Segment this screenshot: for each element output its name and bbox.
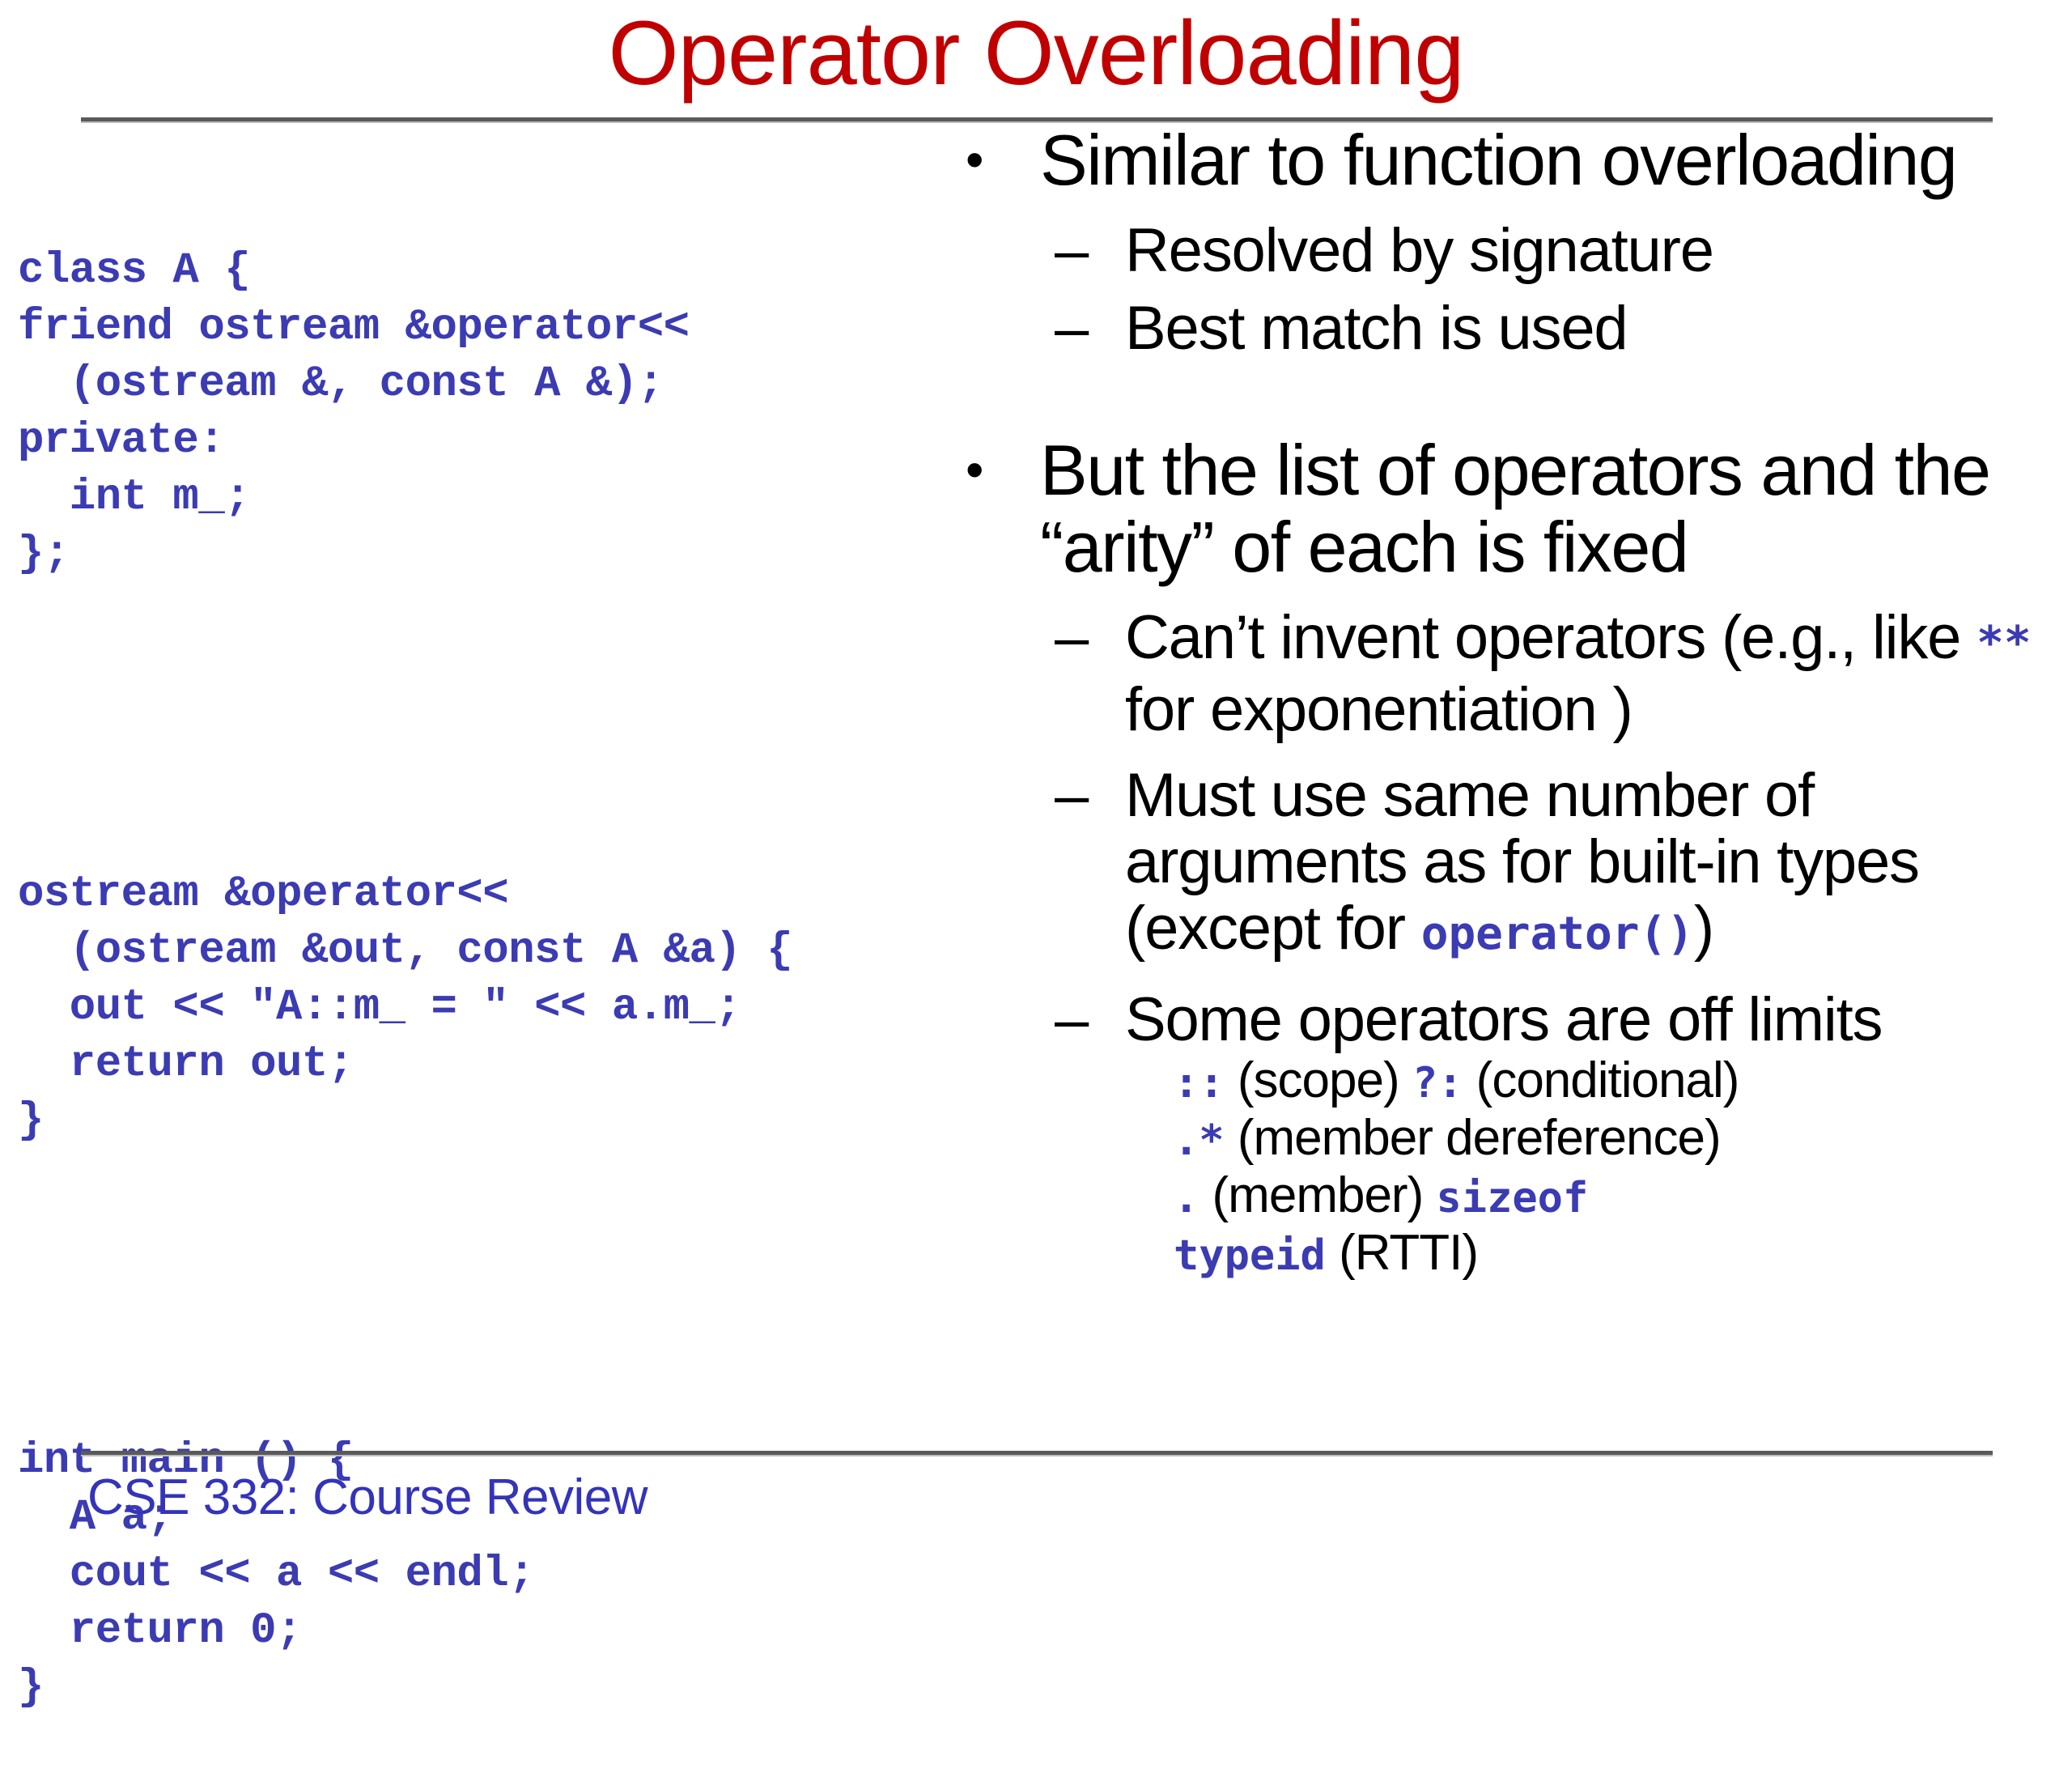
operator-label: (member) — [1199, 1167, 1437, 1223]
sub-bullet-resolved-by-signature: – Resolved by signature — [951, 218, 2072, 284]
bullet-marker-icon: • — [966, 440, 983, 499]
slide-footer: CSE 332: Course Review — [87, 1469, 648, 1525]
operator-list-member-sizeof: . (member) sizeof — [951, 1168, 2072, 1226]
bullet-item-arity-fixed: • But the list of operators and the “ari… — [951, 432, 2072, 585]
dash-marker-icon: – — [1055, 294, 1089, 363]
sub-bullet-text-post: for exponentiation ) — [1125, 675, 1633, 744]
dash-marker-icon: – — [1055, 216, 1089, 285]
inline-code-scope-operator: :: — [1174, 1059, 1225, 1108]
dash-marker-icon: – — [1055, 603, 1089, 672]
sub-bullet-same-number-of-arguments: – Must use same number of arguments as f… — [951, 763, 2072, 967]
sub-bullet-text: Best match is used — [1125, 294, 1628, 363]
bullet-marker-icon: • — [966, 130, 983, 189]
bullet-item-similar: • Similar to function overloading — [951, 121, 2072, 198]
operator-label: (member dereference) — [1224, 1110, 1722, 1166]
operator-list-member-dereference: .* (member dereference) — [951, 1111, 2072, 1168]
sub-bullet-text: Resolved by signature — [1125, 216, 1714, 285]
operator-label: (scope) — [1224, 1052, 1412, 1108]
sub-bullet-text: Some operators are off limits — [1125, 985, 1883, 1054]
sub-bullet-text-post: ) — [1693, 894, 1714, 963]
dash-marker-icon: – — [1055, 761, 1089, 830]
sub-bullet-cant-invent-operators: – Can’t invent operators (e.g., like ** … — [951, 605, 2072, 743]
sub-bullet-best-match: – Best match is used — [951, 296, 2072, 362]
inline-code-operator-call: operator() — [1420, 908, 1694, 960]
operator-list-scope-conditional: :: (scope) ?: (conditional) — [951, 1053, 2072, 1111]
inline-code-sizeof: sizeof — [1436, 1174, 1589, 1222]
inline-code-typeid: typeid — [1174, 1231, 1326, 1280]
code-block-class-a: class A { friend ostream &operator<< (os… — [18, 246, 690, 579]
code-spacer-1 — [18, 696, 932, 753]
inline-code-conditional-operator: ?: — [1412, 1059, 1463, 1108]
bullet-text: But the list of operators and the “arity… — [1040, 430, 1991, 587]
operator-list-typeid-rtti: typeid (RTTI) — [951, 1226, 2072, 1283]
bullet-column: • Similar to function overloading – Reso… — [951, 121, 2072, 1283]
code-block-operator-impl: ostream &operator<< (ostream &out, const… — [18, 869, 793, 1146]
sub-bullet-off-limits: – Some operators are off limits — [951, 987, 2072, 1053]
operator-label: (RTTI) — [1325, 1225, 1479, 1281]
spacer-section — [951, 362, 2072, 432]
operator-label: (conditional) — [1463, 1052, 1740, 1108]
bullet-text: Similar to function overloading — [1040, 120, 1958, 200]
footer-divider — [81, 1451, 1993, 1456]
code-spacer-2 — [18, 1263, 932, 1320]
inline-code-double-star: ** — [1976, 617, 2032, 670]
inline-code-member-dereference-operator: .* — [1174, 1116, 1225, 1165]
dash-marker-icon: – — [1055, 985, 1089, 1054]
page-title: Operator Overloading — [608, 2, 1464, 104]
sub-bullet-text-pre: Can’t invent operators (e.g., like — [1125, 603, 1977, 672]
inline-code-member-operator: . — [1174, 1174, 1199, 1222]
